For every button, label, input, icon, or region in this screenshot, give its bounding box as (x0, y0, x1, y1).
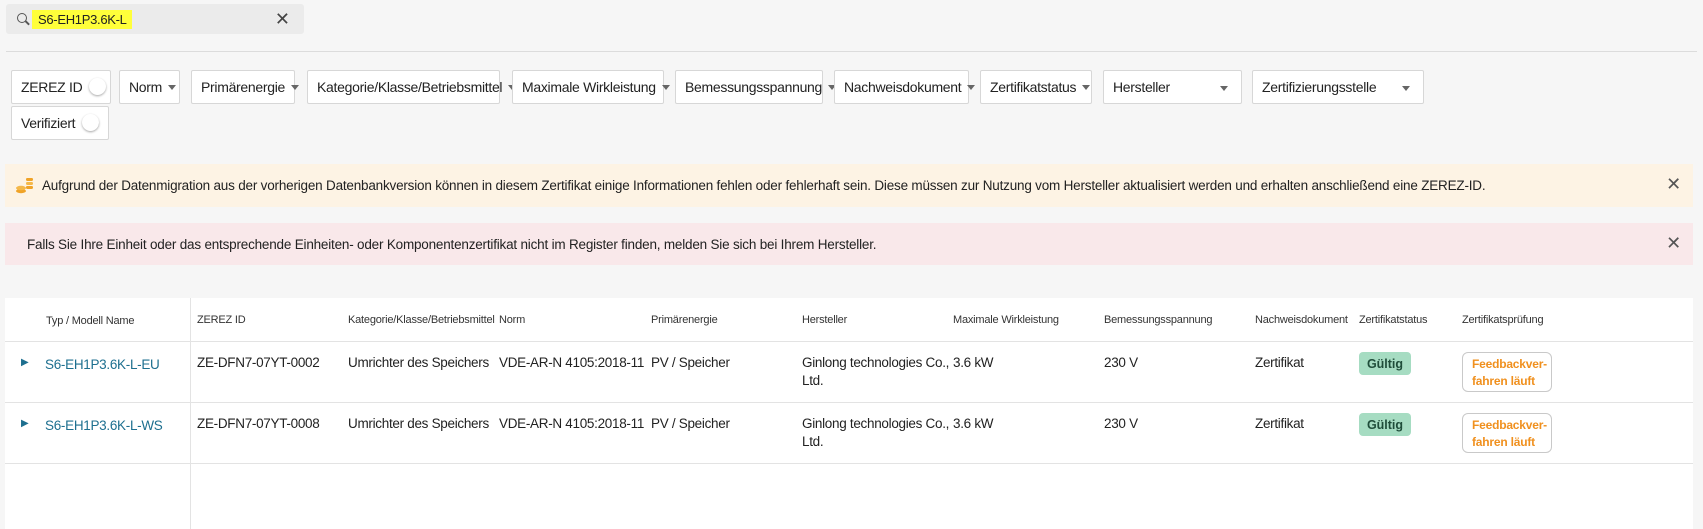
feedback-status-line1: Feedbackver- (1472, 418, 1547, 432)
header-zertifikatstatus[interactable]: Zertifikatstatus (1359, 314, 1428, 326)
filter-zerez-id-label: ZEREZ ID (21, 79, 83, 95)
caret-down-icon (661, 84, 670, 90)
zerez-id-cell: ZE-DFN7-07YT-0002 (197, 355, 320, 370)
expand-row-icon[interactable]: ▶ (21, 357, 29, 368)
filter-max-wirkleistung[interactable]: Maximale Wirkleistung (512, 70, 670, 104)
header-norm[interactable]: Norm (499, 314, 525, 326)
filter-norm-label: Norm (129, 79, 163, 95)
filter-verifiziert[interactable]: Verifiziert (11, 106, 109, 140)
nachweis-cell: Zertifikat (1255, 355, 1304, 370)
feedback-status-badge[interactable]: Feedbackver- fahren läuft (1462, 413, 1552, 453)
leistung-cell: 3.6 kW (953, 416, 994, 431)
feedback-status-line2: fahren läuft (1472, 374, 1535, 388)
caret-down-icon (1082, 84, 1091, 90)
filter-kategorie[interactable]: Kategorie/Klasse/Betriebsmittel (307, 70, 517, 104)
caret-down-icon (967, 84, 976, 90)
row-divider (5, 463, 1693, 464)
filter-primaerenergie-label: Primärenergie (201, 79, 286, 95)
certificate-table: Typ / Modell Name ZEREZ ID Kategorie/Kla… (5, 298, 1693, 529)
search-input[interactable]: S6-EH1P3.6K-L (32, 10, 132, 29)
norm-cell: VDE-AR-N 4105:2018-11 (499, 355, 645, 370)
filter-bemessungsspannung-label: Bemessungsspannung (685, 79, 823, 95)
header-primaerenergie[interactable]: Primärenergie (651, 314, 718, 326)
spannung-cell: 230 V (1104, 355, 1138, 370)
model-name-link[interactable]: S6-EH1P3.6K-L-WS (45, 417, 163, 435)
migration-warning-banner: Aufgrund der Datenmigration aus der vorh… (5, 164, 1693, 207)
feedback-status-line2: fahren läuft (1472, 435, 1535, 449)
close-icon[interactable]: ✕ (1666, 175, 1681, 193)
filter-norm[interactable]: Norm (119, 70, 180, 104)
filter-zertifikatstatus-label: Zertifikatstatus (990, 79, 1077, 95)
header-typ[interactable]: Typ / Modell Name (46, 315, 135, 327)
caret-down-icon (1402, 86, 1410, 91)
search-icon (17, 13, 27, 23)
filter-max-wirkleistung-label: Maximale Wirkleistung (522, 79, 656, 95)
leistung-cell: 3.6 kW (953, 355, 994, 370)
filter-hersteller[interactable]: Hersteller (1103, 70, 1242, 104)
header-zertifikatspruefung[interactable]: Zertifikatsprüfung (1462, 314, 1544, 326)
header-nachweisdokument[interactable]: Nachweisdokument (1255, 314, 1348, 326)
nachweis-cell: Zertifikat (1255, 416, 1304, 431)
filter-zertifizierungsstelle-label: Zertifizierungsstelle (1262, 79, 1377, 95)
caret-down-icon (291, 84, 300, 90)
kategorie-cell: Umrichter des Speichers (348, 355, 489, 370)
register-info-text: Falls Sie Ihre Einheit oder das entsprec… (27, 237, 877, 252)
hersteller-cell-line1: Ginlong technologies Co., (802, 416, 950, 431)
hersteller-cell-line2: Ltd. (802, 373, 824, 388)
column-divider (190, 298, 191, 529)
expand-row-icon[interactable]: ▶ (21, 418, 29, 429)
header-bemessungsspannung[interactable]: Bemessungsspannung (1104, 314, 1213, 326)
filter-bemessungsspannung[interactable]: Bemessungsspannung (675, 70, 837, 104)
header-max-wirkleistung[interactable]: Maximale Wirkleistung (953, 314, 1059, 326)
kategorie-cell: Umrichter des Speichers (348, 416, 489, 431)
caret-down-icon (1220, 86, 1228, 91)
zerez-id-cell: ZE-DFN7-07YT-0008 (197, 416, 320, 431)
filter-nachweisdokument[interactable]: Nachweisdokument (834, 70, 976, 104)
zerez-id-toggle[interactable] (89, 78, 106, 95)
header-zerez-id[interactable]: ZEREZ ID (197, 314, 246, 326)
migration-warning-text: Aufgrund der Datenmigration aus der vorh… (42, 178, 1486, 193)
spannung-cell: 230 V (1104, 416, 1138, 431)
search-bar[interactable]: S6-EH1P3.6K-L ✕ (6, 4, 304, 34)
filter-kategorie-label: Kategorie/Klasse/Betriebsmittel (317, 79, 503, 95)
header-hersteller[interactable]: Hersteller (802, 314, 847, 326)
filter-verifiziert-label: Verifiziert (21, 115, 76, 131)
verifiziert-toggle[interactable] (82, 114, 99, 131)
status-badge: Gültig (1359, 352, 1411, 375)
primaerenergie-cell: PV / Speicher (651, 355, 730, 370)
feedback-status-badge[interactable]: Feedbackver- fahren läuft (1462, 352, 1552, 392)
close-icon[interactable]: ✕ (1666, 234, 1681, 252)
filter-zertifizierungsstelle[interactable]: Zertifizierungsstelle (1252, 70, 1424, 104)
primaerenergie-cell: PV / Speicher (651, 416, 730, 431)
clear-search-icon[interactable]: ✕ (275, 10, 290, 28)
filter-nachweisdokument-label: Nachweisdokument (844, 79, 962, 95)
header-kategorie[interactable]: Kategorie/Klasse/Betriebsmittel (348, 314, 495, 326)
hersteller-cell-line2: Ltd. (802, 434, 824, 449)
row-divider (5, 402, 1693, 403)
divider (6, 51, 1697, 52)
model-name-link[interactable]: S6-EH1P3.6K-L-EU (45, 356, 160, 374)
filter-hersteller-label: Hersteller (1113, 79, 1170, 95)
register-info-banner: Falls Sie Ihre Einheit oder das entsprec… (5, 223, 1693, 265)
filter-primaerenergie[interactable]: Primärenergie (191, 70, 300, 104)
hersteller-cell-line1: Ginlong technologies Co., (802, 355, 950, 370)
filter-zertifikatstatus[interactable]: Zertifikatstatus (980, 70, 1092, 104)
filter-zerez-id[interactable]: ZEREZ ID (11, 70, 111, 104)
feedback-status-line1: Feedbackver- (1472, 357, 1547, 371)
coins-icon (16, 178, 33, 194)
header-divider (5, 341, 1693, 342)
caret-down-icon (168, 84, 177, 90)
status-badge: Gültig (1359, 413, 1411, 436)
norm-cell: VDE-AR-N 4105:2018-11 (499, 416, 645, 431)
